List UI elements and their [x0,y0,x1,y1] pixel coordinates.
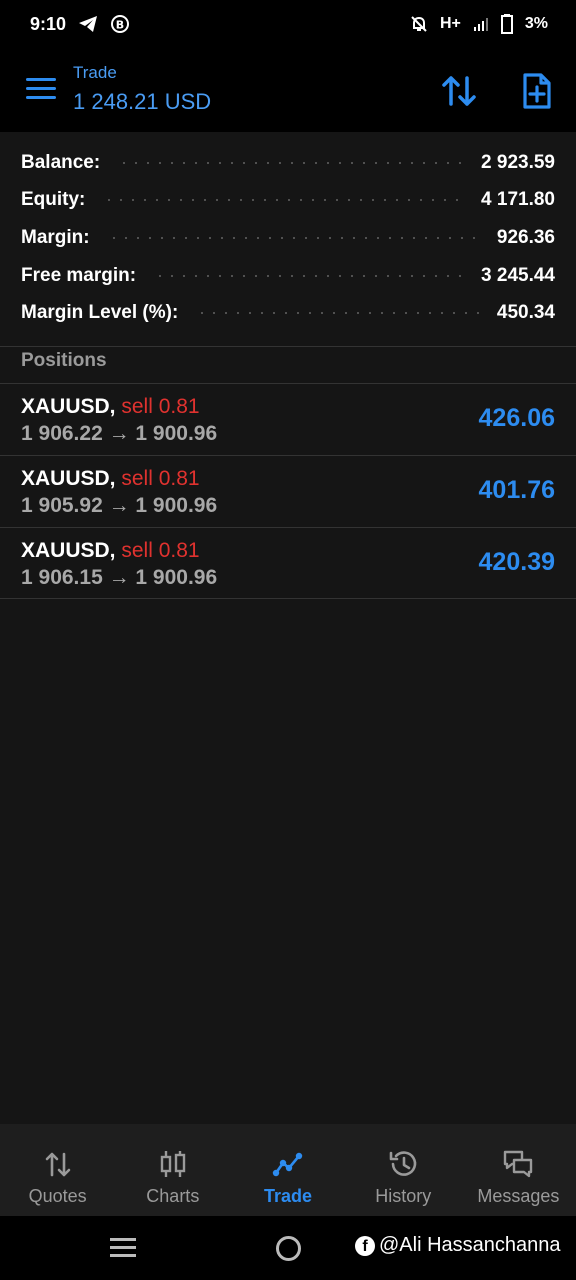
app-header: Trade 1 248.21 USD [0,48,576,132]
position-side: sell 0.81 [121,395,200,418]
position-profit: 401.76 [478,476,555,504]
nav-label: History [375,1186,432,1206]
summary-row-free-margin: Free margin: 3 245.44 [0,257,576,295]
account-summary: Balance: 2 923.59 Equity: 4 171.80 Margi… [0,132,576,346]
summary-value: 4 171.80 [481,189,555,211]
account-balance-header: 1 248.21 USD [73,89,212,114]
new-order-icon[interactable] [518,72,556,110]
status-bar: 9:10 B H+ 3% [0,0,576,48]
trade-icon [272,1152,303,1177]
header-text: Trade 1 248.21 USD [73,63,211,115]
position-prices: 1 906.15 → 1 900.96 [21,566,218,589]
nav-trade[interactable]: Trade [230,1124,345,1216]
dot-leader [154,274,464,277]
sort-icon[interactable] [440,72,478,110]
nav-history[interactable]: History [346,1124,461,1216]
nav-label: Trade [263,1186,313,1206]
position-profit: 420.39 [478,548,555,576]
nav-label: Quotes [28,1186,87,1206]
position-row[interactable]: XAUUSD, sell 0.81 1 906.15 → 1 900.96 42… [0,527,576,599]
position-symbol: XAUUSD, [21,467,116,490]
position-symbol: XAUUSD, [21,395,116,418]
bell-off-icon [411,16,427,32]
bottom-nav: Quotes Charts Trade History Messages [0,1124,576,1216]
summary-label: Free margin: [21,264,137,286]
nav-messages[interactable]: Messages [461,1124,576,1216]
summary-label: Balance: [21,151,101,173]
position-row[interactable]: XAUUSD, sell 0.81 1 905.92 → 1 900.96 40… [0,455,576,527]
summary-value: 3 245.44 [481,264,555,286]
nav-quotes[interactable]: Quotes [0,1124,115,1216]
summary-value: 2 923.59 [481,151,555,173]
telegram-icon [79,16,98,32]
network-type: H+ [439,15,461,32]
dot-leader [118,161,464,164]
positions-list: XAUUSD, sell 0.81 1 906.22 → 1 900.96 42… [0,383,576,599]
recents-icon[interactable] [110,1238,136,1258]
history-icon [389,1151,417,1176]
status-time: 9:10 [30,13,67,34]
status-right: H+ 3% [410,14,548,34]
summary-row-balance: Balance: 2 923.59 [0,144,576,182]
b-circle-icon: B [111,15,130,33]
charts-icon [160,1151,185,1177]
system-nav-bar: f @Ali Hassanchanna [0,1216,576,1280]
position-header: XAUUSD, sell 0.81 [21,539,200,563]
facebook-icon: f [355,1235,375,1256]
summary-label: Equity: [21,189,86,211]
battery-percent: 3% [524,15,548,32]
summary-row-equity: Equity: 4 171.80 [0,182,576,220]
battery-icon [500,14,513,34]
position-side: sell 0.81 [121,467,200,490]
summary-value: 450.34 [496,302,555,324]
divider [0,346,576,347]
position-prices: 1 905.92 → 1 900.96 [21,494,218,517]
watermark-text: @Ali Hassanchanna [379,1234,561,1256]
position-row[interactable]: XAUUSD, sell 0.81 1 906.22 → 1 900.96 42… [0,383,576,455]
positions-title: Positions [21,350,107,371]
menu-icon[interactable] [26,78,56,102]
watermark: f @Ali Hassanchanna [355,1234,561,1257]
nav-label: Charts [146,1186,200,1206]
svg-text:B: B [116,19,124,32]
position-side: sell 0.81 [121,539,200,562]
status-left: 9:10 B [30,14,130,35]
position-profit: 426.06 [478,404,555,432]
summary-row-margin-level: Margin Level (%): 450.34 [0,294,576,332]
position-header: XAUUSD, sell 0.81 [21,395,200,419]
signal-icon [473,18,488,31]
position-header: XAUUSD, sell 0.81 [21,467,200,491]
summary-label: Margin: [21,226,90,248]
nav-label: Messages [477,1186,560,1206]
summary-value: 926.36 [496,226,555,248]
dot-leader [103,199,464,202]
quotes-icon [45,1152,70,1177]
dot-leader [107,236,479,239]
position-symbol: XAUUSD, [21,539,116,562]
nav-charts[interactable]: Charts [115,1124,230,1216]
position-prices: 1 906.22 → 1 900.96 [21,422,218,445]
home-icon[interactable] [276,1236,301,1261]
summary-row-margin: Margin: 926.36 [0,219,576,257]
messages-icon [504,1150,533,1178]
dot-leader [196,312,479,315]
summary-label: Margin Level (%): [21,302,179,324]
page-title: Trade [73,63,117,82]
